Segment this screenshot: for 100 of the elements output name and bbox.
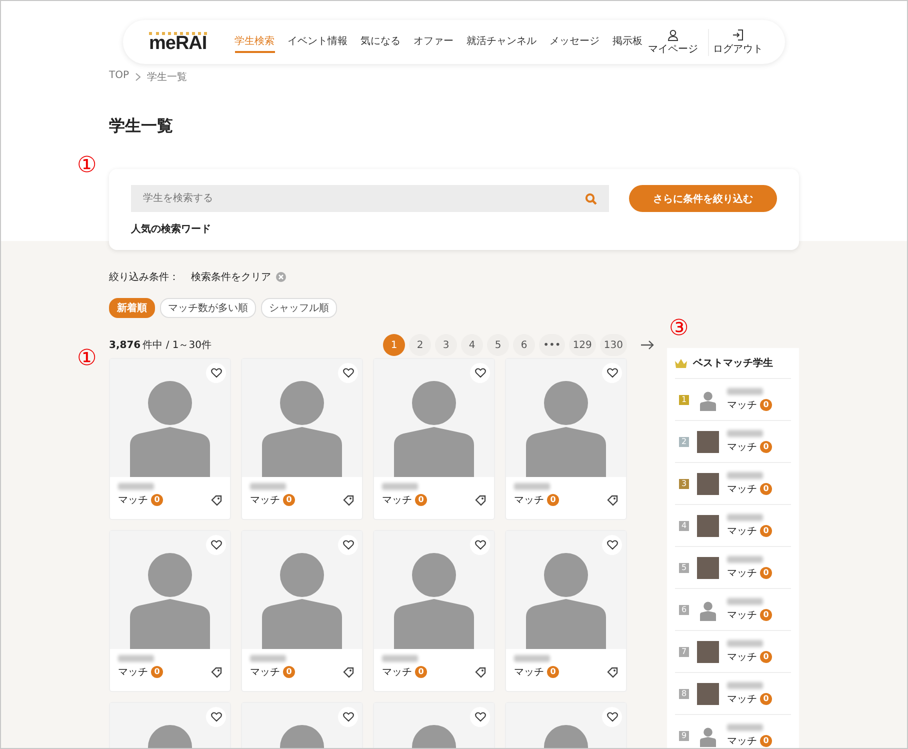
nav-tab[interactable]: 掲示板 <box>612 31 643 53</box>
popular-keywords-label: 人気の検索ワード <box>131 222 211 236</box>
person-silhouette-icon <box>698 600 718 620</box>
rank-badge: 4 <box>679 520 689 530</box>
match-count-badge: 0 <box>760 524 772 536</box>
tag-icon[interactable] <box>343 666 354 678</box>
match-count-badge: 0 <box>151 666 163 678</box>
blurred-name <box>118 483 154 490</box>
student-list-item[interactable]: 5 マッチ 0 <box>675 547 791 589</box>
blurred-name <box>382 655 418 662</box>
page-button[interactable]: 4 <box>461 334 484 356</box>
rank-badge: 1 <box>679 394 689 404</box>
blurred-name <box>727 556 763 562</box>
match-count-badge: 0 <box>760 608 772 620</box>
tag-icon[interactable] <box>211 494 222 506</box>
match-count-badge: 0 <box>760 734 772 746</box>
nav-tab[interactable]: メッセージ <box>550 31 600 53</box>
student-card[interactable]: マッチ 0 <box>373 358 495 520</box>
nav-tab[interactable]: オファー <box>414 31 454 53</box>
tag-icon[interactable] <box>607 494 618 506</box>
page-button[interactable]: 130 <box>600 334 627 356</box>
student-card[interactable]: マッチ 0 <box>505 530 627 692</box>
student-card[interactable]: マッチ 0 <box>109 530 231 692</box>
breadcrumb-current: 学生一覧 <box>147 70 188 84</box>
sort-option[interactable]: マッチ数が多い順 <box>160 298 256 318</box>
blurred-name <box>514 655 550 662</box>
page-button[interactable]: 2 <box>409 334 432 356</box>
page-button[interactable]: 5 <box>487 334 510 356</box>
match-label: マッチ <box>118 494 148 507</box>
student-card[interactable]: マッチ 0 <box>241 530 363 692</box>
match-label: マッチ <box>514 494 544 507</box>
photo-placeholder <box>697 472 719 494</box>
student-list-item[interactable]: 3 マッチ 0 <box>675 463 791 505</box>
annotation-number: ③ <box>669 318 689 340</box>
student-list-item[interactable]: 7 マッチ 0 <box>675 631 791 673</box>
nav-tab[interactable]: 気になる <box>360 31 401 53</box>
match-count-badge: 0 <box>547 494 559 506</box>
tag-icon[interactable] <box>211 666 222 678</box>
match-label: マッチ <box>727 482 757 496</box>
match-label: マッチ <box>727 608 757 622</box>
student-card[interactable]: マッチ 0 <box>241 358 363 520</box>
match-count-badge: 0 <box>760 692 772 704</box>
tag-icon[interactable] <box>607 666 618 678</box>
blurred-name <box>382 483 418 490</box>
person-silhouette-icon <box>698 390 718 410</box>
match-label: マッチ <box>727 734 757 748</box>
match-label: マッチ <box>382 666 412 679</box>
tag-icon[interactable] <box>343 494 354 506</box>
match-count-badge: 0 <box>760 482 772 494</box>
chevron-icon <box>135 73 142 81</box>
blurred-name <box>727 640 763 646</box>
page-button[interactable]: ••• <box>539 334 565 356</box>
match-count-badge: 0 <box>283 494 295 506</box>
match-label: マッチ <box>727 650 757 664</box>
heart-icon <box>342 712 354 722</box>
student-list-item[interactable]: 2 マッチ 0 <box>675 421 791 463</box>
page-title: 学生一覧 <box>109 116 174 137</box>
student-list-item[interactable]: 1 マッチ 0 <box>675 379 791 421</box>
student-list-item[interactable]: 4 マッチ 0 <box>675 505 791 547</box>
match-count-badge: 0 <box>151 494 163 506</box>
blurred-name <box>250 483 286 490</box>
heart-icon <box>474 368 486 378</box>
crown-icon <box>675 358 687 368</box>
heart-icon <box>606 368 618 378</box>
next-arrow-icon[interactable] <box>641 340 655 350</box>
blurred-name <box>727 514 763 520</box>
student-card[interactable]: マッチ 0 <box>109 358 231 520</box>
search-field[interactable]: 学生を検索する <box>131 185 609 212</box>
blurred-name <box>727 682 763 688</box>
filter-label: 絞り込み条件： <box>109 270 179 284</box>
rank-badge: 5 <box>679 562 689 572</box>
nav-tab[interactable]: 就活チャンネル <box>466 31 537 53</box>
match-count-badge: 0 <box>415 666 427 678</box>
breadcrumb-link[interactable]: TOP <box>109 70 130 84</box>
clear-filters-link[interactable]: 検索条件をクリア <box>191 270 286 284</box>
logo[interactable]: meRAI <box>149 32 207 52</box>
student-list-item[interactable]: 6 マッチ 0 <box>675 589 791 631</box>
photo-placeholder <box>697 640 719 662</box>
logout-link[interactable]: ログアウト <box>708 28 767 56</box>
mypage-link[interactable]: マイページ <box>644 28 702 56</box>
match-label: マッチ <box>727 692 757 706</box>
student-card[interactable]: マッチ 0 <box>373 530 495 692</box>
match-count-badge: 0 <box>760 566 772 578</box>
nav-tab[interactable]: イベント情報 <box>288 31 348 53</box>
student-card[interactable]: マッチ 0 <box>505 358 627 520</box>
blurred-name <box>514 483 550 490</box>
sort-option[interactable]: シャッフル順 <box>261 298 337 318</box>
page-button[interactable]: 6 <box>513 334 536 356</box>
page-button[interactable]: 129 <box>568 334 596 356</box>
blurred-name <box>727 724 763 730</box>
student-list-item[interactable]: 9 マッチ 0 <box>675 715 791 748</box>
page-button[interactable]: 3 <box>435 334 458 356</box>
heart-icon <box>606 540 618 550</box>
heart-icon <box>474 712 486 722</box>
rank-badge: 6 <box>679 604 689 614</box>
tag-icon[interactable] <box>475 494 486 506</box>
student-list-item[interactable]: 8 マッチ 0 <box>675 673 791 715</box>
blurred-name <box>727 430 763 436</box>
tag-icon[interactable] <box>475 666 486 678</box>
photo-placeholder <box>697 430 719 452</box>
